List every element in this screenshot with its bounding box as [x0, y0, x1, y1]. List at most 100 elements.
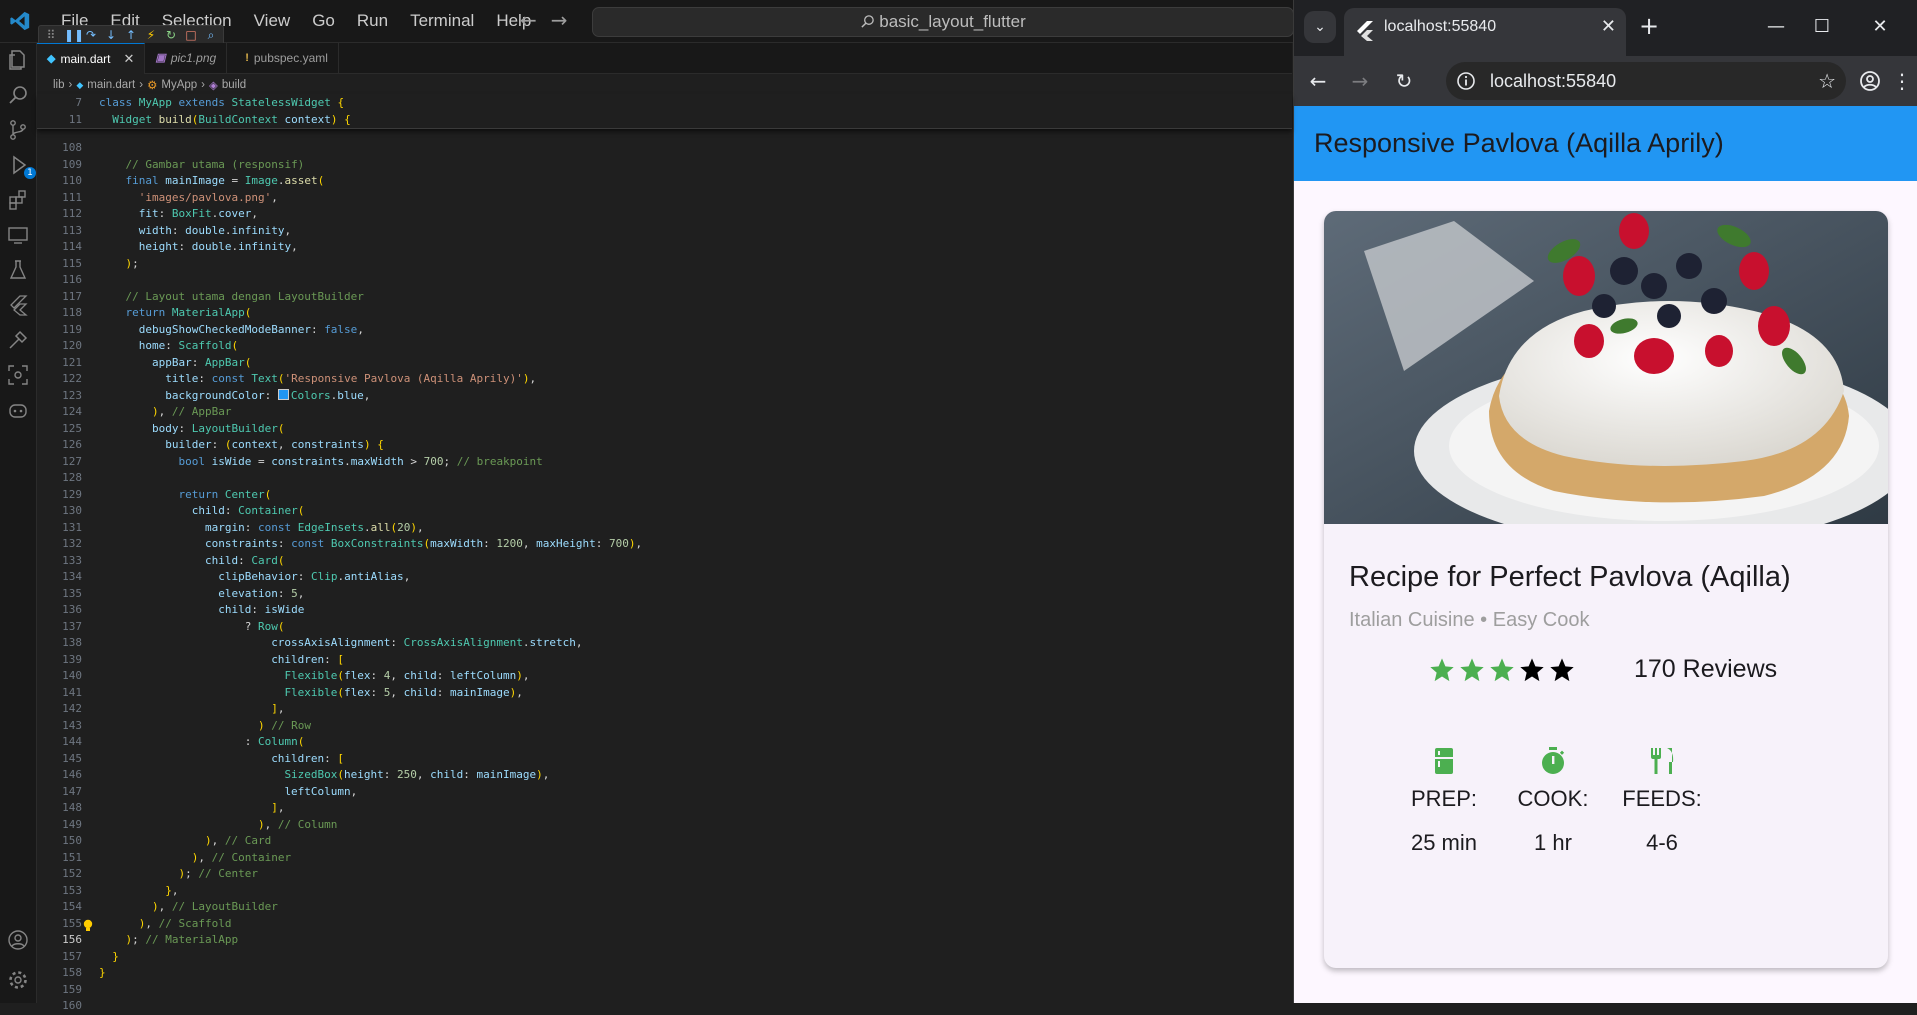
close-tab-icon[interactable]: ✕ — [1601, 16, 1616, 38]
site-info-icon[interactable] — [1456, 71, 1476, 91]
code-line[interactable]: 137 ? Row( — [37, 619, 1292, 636]
extensions-icon[interactable] — [6, 188, 30, 212]
go-forward-icon[interactable]: → — [551, 8, 568, 32]
copilot-icon[interactable] — [6, 398, 30, 422]
code-line[interactable]: 113 width: double.infinity, — [37, 223, 1292, 240]
bookmark-star-icon[interactable]: ☆ — [1818, 62, 1836, 100]
code-line[interactable]: 160 — [37, 998, 1292, 1015]
code-line[interactable]: 136 child: isWide — [37, 602, 1292, 619]
code-line[interactable]: 134 clipBehavior: Clip.antiAlias, — [37, 569, 1292, 586]
code-line[interactable]: 127 bool isWide = constraints.maxWidth >… — [37, 454, 1292, 471]
code-line[interactable]: 111 'images/pavlova.png', — [37, 190, 1292, 207]
code-line[interactable]: 114 height: double.infinity, — [37, 239, 1292, 256]
code-line[interactable]: 116 — [37, 272, 1292, 289]
code-line[interactable]: 128 — [37, 470, 1292, 487]
menu-run[interactable]: Run — [346, 6, 399, 36]
code-line[interactable]: 135 elevation: 5, — [37, 586, 1292, 603]
reload-icon[interactable]: ↻ — [1388, 65, 1420, 97]
tab-main-dart[interactable]: ◆ main.dart ✕ — [37, 43, 146, 74]
address-bar[interactable]: localhost:55840 ☆ — [1446, 62, 1846, 100]
go-back-icon[interactable]: ← — [520, 8, 537, 32]
code-line[interactable]: 130 child: Container( — [37, 503, 1292, 520]
code-editor[interactable]: 108 109 // Gambar utama (responsif) 110 fi… — [37, 128, 1292, 1012]
code-line[interactable]: 132 constraints: const BoxConstraints(ma… — [37, 536, 1292, 553]
source-control-icon[interactable] — [6, 118, 30, 142]
code-line[interactable]: 115 ); — [37, 256, 1292, 273]
code-line[interactable]: 150 ), // Card — [37, 833, 1292, 850]
code-line[interactable]: 154 ), // LayoutBuilder — [37, 899, 1292, 916]
minimize-icon[interactable]: — — [1756, 12, 1796, 42]
tab-pic1-png[interactable]: ▣ pic1.png — [145, 43, 228, 73]
window-close-icon[interactable]: ✕ — [1860, 12, 1900, 42]
code-line[interactable]: 156 ); // MaterialApp — [37, 932, 1292, 949]
code-line[interactable]: 151 ), // Container — [37, 850, 1292, 867]
forward-arrow-icon[interactable]: → — [1344, 65, 1376, 97]
code-line[interactable]: 142 ], — [37, 701, 1292, 718]
code-line[interactable]: 147 leftColumn, — [37, 784, 1292, 801]
code-line[interactable]: 139 children: [ — [37, 652, 1292, 669]
code-line[interactable]: 109 // Gambar utama (responsif) — [37, 157, 1292, 174]
code-line[interactable]: 122 title: const Text('Responsive Pavlov… — [37, 371, 1292, 388]
back-arrow-icon[interactable]: ← — [1302, 65, 1334, 97]
code-line[interactable]: 157 } — [37, 949, 1292, 966]
code-line[interactable]: 117 // Layout utama dengan LayoutBuilder — [37, 289, 1292, 306]
code-line[interactable]: 140 Flexible(flex: 4, child: leftColumn)… — [37, 668, 1292, 685]
code-line[interactable]: 158} — [37, 965, 1292, 982]
code-line[interactable]: 119 debugShowCheckedModeBanner: false, — [37, 322, 1292, 339]
code-line[interactable]: 112 fit: BoxFit.cover, — [37, 206, 1292, 223]
settings-gear-icon[interactable] — [6, 968, 30, 992]
step-into-icon[interactable]: ↓ — [104, 28, 118, 42]
code-line[interactable]: 123 backgroundColor: Colors.blue, — [37, 388, 1292, 405]
tools-icon[interactable] — [6, 328, 30, 352]
code-line[interactable]: 148 ], — [37, 800, 1292, 817]
code-line[interactable]: 159 — [37, 982, 1292, 999]
code-line[interactable]: 146 SizedBox(height: 250, child: mainIma… — [37, 767, 1292, 784]
tab-search-chevron-icon[interactable]: ⌄ — [1304, 11, 1336, 43]
maximize-icon[interactable]: ☐ — [1802, 12, 1842, 42]
breadcrumb-item[interactable]: main.dart — [87, 79, 135, 91]
explorer-icon[interactable] — [6, 48, 30, 72]
code-line[interactable]: 126 builder: (context, constraints) { — [37, 437, 1292, 454]
code-line[interactable]: 133 child: Card( — [37, 553, 1292, 570]
breadcrumb-item[interactable]: MyApp — [161, 79, 197, 91]
devtools-icon[interactable]: ⌕ — [204, 28, 218, 43]
code-line[interactable]: 108 — [37, 140, 1292, 157]
hot-reload-icon[interactable]: ⚡ — [144, 28, 158, 42]
account-icon[interactable] — [6, 928, 30, 952]
breadcrumb-item[interactable]: build — [222, 79, 246, 91]
code-line[interactable]: 121 appBar: AppBar( — [37, 355, 1292, 372]
code-line[interactable]: 129 return Center( — [37, 487, 1292, 504]
code-line[interactable]: 120 home: Scaffold( — [37, 338, 1292, 355]
run-debug-icon[interactable]: 1 — [6, 153, 36, 179]
menu-view[interactable]: View — [243, 6, 302, 36]
menu-go[interactable]: Go — [301, 6, 346, 36]
command-center[interactable]: basic_layout_flutter — [592, 7, 1294, 37]
more-menu-icon[interactable]: ⋮ — [1886, 65, 1917, 97]
code-line[interactable]: 124 ), // AppBar — [37, 404, 1292, 421]
code-line[interactable]: 141 Flexible(flex: 5, child: mainImage), — [37, 685, 1292, 702]
code-line[interactable]: 155 ), // Scaffold — [37, 916, 1292, 933]
code-line[interactable]: 152 ); // Center — [37, 866, 1292, 883]
testing-icon[interactable] — [6, 258, 30, 282]
code-line[interactable]: 125 body: LayoutBuilder( — [37, 421, 1292, 438]
code-line[interactable]: 144 : Column( — [37, 734, 1292, 751]
remote-explorer-icon[interactable] — [6, 223, 30, 247]
drag-handle-icon[interactable]: ⠿ — [44, 28, 58, 42]
stop-icon[interactable]: □ — [184, 28, 198, 42]
step-over-icon[interactable]: ↷ — [84, 28, 98, 42]
breadcrumb-item[interactable]: lib — [53, 79, 65, 91]
lightbulb-icon[interactable] — [82, 919, 94, 933]
browser-tab[interactable]: localhost:55840 ✕ — [1344, 8, 1626, 56]
inspect-icon[interactable] — [6, 363, 30, 387]
pause-icon[interactable]: ❚❚ — [64, 28, 84, 42]
step-out-icon[interactable]: ↑ — [124, 28, 138, 42]
close-icon[interactable]: ✕ — [124, 44, 135, 74]
code-line[interactable]: 149 ), // Column — [37, 817, 1292, 834]
profile-icon[interactable] — [1854, 65, 1886, 97]
menu-terminal[interactable]: Terminal — [399, 6, 485, 36]
code-line[interactable]: 153 }, — [37, 883, 1292, 900]
code-line[interactable]: 118 return MaterialApp( — [37, 305, 1292, 322]
tab-pubspec-yaml[interactable]: ! pubspec.yaml — [227, 43, 339, 73]
search-icon[interactable] — [6, 83, 30, 107]
code-line[interactable]: 131 margin: const EdgeInsets.all(20), — [37, 520, 1292, 537]
